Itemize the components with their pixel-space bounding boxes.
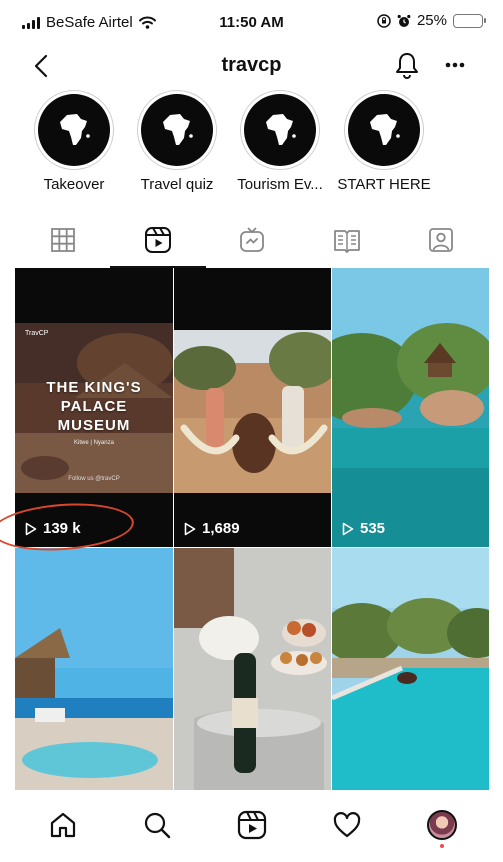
reel-thumbnail <box>174 548 331 790</box>
notifications-button[interactable] <box>392 50 422 80</box>
reel-thumbnail <box>15 548 173 790</box>
tab-tagged[interactable] <box>411 218 471 262</box>
highlight-start-here[interactable]: START HERE <box>329 90 439 193</box>
notification-dot <box>440 844 444 848</box>
reels-icon <box>145 227 171 253</box>
view-count: 535 <box>342 520 385 537</box>
reel-thumbnail <box>332 548 489 790</box>
highlight-label: START HERE <box>337 176 431 193</box>
highlight-ring <box>240 90 320 170</box>
view-count-label: 1,689 <box>202 520 240 537</box>
view-count-label: 535 <box>360 520 386 537</box>
reel-tile[interactable]: 535 <box>332 268 489 547</box>
africa-map-icon <box>163 114 193 145</box>
page-title: travcp <box>221 54 282 76</box>
tagged-icon <box>429 228 453 252</box>
africa-map-icon <box>60 114 90 145</box>
highlight-takeover[interactable]: Takeover <box>19 90 129 193</box>
bell-icon <box>396 53 418 79</box>
profile-tabs <box>0 218 503 268</box>
nav-search[interactable] <box>140 808 174 842</box>
reel-overlay-subtitle: Kitwe | Nyanza <box>74 440 114 446</box>
reel-tile[interactable] <box>15 548 173 790</box>
more-horizontal-icon <box>445 62 465 68</box>
guides-icon <box>334 230 360 253</box>
play-icon <box>342 522 354 535</box>
reel-tile[interactable]: TravCP THE KING'S PALACE MUSEUM Kitwe | … <box>15 268 173 547</box>
africa-map-icon <box>370 114 400 145</box>
brand-label: TravCP <box>25 330 49 337</box>
search-icon <box>144 812 171 839</box>
nav-activity[interactable] <box>330 808 364 842</box>
reels-grid: TravCP THE KING'S PALACE MUSEUM Kitwe | … <box>15 268 489 790</box>
reel-tile[interactable]: 1,689 <box>174 268 331 547</box>
reel-overlay-follow: Follow us @travCP <box>68 476 120 482</box>
tab-guides[interactable] <box>317 218 377 262</box>
more-options-button[interactable] <box>440 50 470 80</box>
grid-icon <box>51 228 75 252</box>
battery-icon <box>453 13 486 28</box>
igtv-icon <box>240 227 264 252</box>
view-count: 1,689 <box>184 520 240 537</box>
view-count: 139 k <box>25 520 81 537</box>
reel-tile[interactable] <box>174 548 331 790</box>
highlight-travel-quiz[interactable]: Travel quiz <box>122 90 232 193</box>
reels-icon <box>237 810 267 840</box>
highlight-ring <box>34 90 114 170</box>
highlight-label: Travel quiz <box>140 176 214 193</box>
reel-thumbnail <box>332 268 489 547</box>
highlight-ring <box>344 90 424 170</box>
play-icon <box>184 522 196 535</box>
highlight-label: Takeover <box>43 176 105 193</box>
reel-overlay-title-line3: MUSEUM <box>57 417 131 434</box>
africa-map-icon <box>266 114 296 145</box>
home-icon <box>50 812 76 838</box>
tab-reels[interactable] <box>128 218 188 262</box>
avatar <box>427 810 457 840</box>
story-highlights: Takeover Travel quiz Tourism Ev... START… <box>0 90 503 200</box>
reel-overlay-title-line1: THE KING'S <box>46 379 142 396</box>
play-icon <box>25 522 37 535</box>
reel-thumbnail <box>174 330 331 493</box>
highlight-label: Tourism Ev... <box>237 176 323 193</box>
view-count-label: 139 k <box>43 520 81 537</box>
nav-home[interactable] <box>46 808 80 842</box>
tab-igtv[interactable] <box>222 218 282 262</box>
battery-percent: 25% <box>416 12 447 29</box>
reel-overlay-title-line2: PALACE <box>60 398 128 415</box>
status-bar: BeSafe Airtel 11:50 AM 25% <box>0 0 503 44</box>
bottom-nav <box>0 792 503 862</box>
profile-header: travcp <box>0 44 503 88</box>
highlight-tourism-events[interactable]: Tourism Ev... <box>225 90 335 193</box>
tab-grid[interactable] <box>33 218 93 262</box>
nav-profile[interactable] <box>425 808 459 842</box>
alarm-icon <box>397 14 411 27</box>
status-right: 25% <box>377 12 486 29</box>
orientation-lock-icon <box>377 13 391 28</box>
reel-tile[interactable] <box>332 548 489 790</box>
nav-reels[interactable] <box>235 808 269 842</box>
heart-icon <box>333 812 361 838</box>
highlight-ring <box>137 90 217 170</box>
